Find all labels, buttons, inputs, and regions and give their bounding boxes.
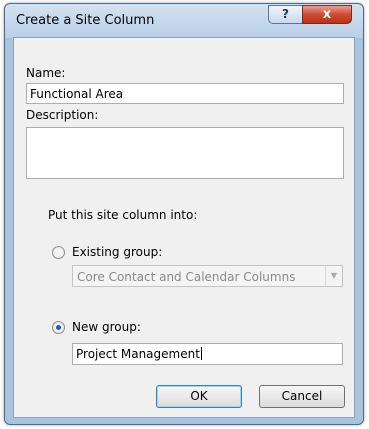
existing-group-select[interactable]: Core Contact and Calendar Columns ▼ [72,265,343,287]
name-label: Name: [26,66,66,80]
existing-group-radio[interactable] [52,246,65,259]
name-input[interactable]: Functional Area [26,83,344,104]
cancel-button[interactable]: Cancel [259,385,345,408]
help-button[interactable]: ? [268,5,302,24]
description-input[interactable] [26,127,344,179]
name-input-value: Functional Area [30,87,124,101]
new-group-radio[interactable] [52,321,65,334]
put-into-label: Put this site column into: [48,208,198,222]
close-button[interactable]: x [302,5,352,24]
chevron-down-icon[interactable]: ▼ [325,266,342,286]
existing-group-selected-value: Core Contact and Calendar Columns [77,270,296,284]
dialog-window: Create a Site Column ? x Name: Functiona… [4,3,364,425]
dialog-title: Create a Site Column [16,13,155,28]
description-label: Description: [26,108,99,122]
new-group-input-value: Project Management [76,347,200,361]
ok-button[interactable]: OK [156,385,242,408]
title-bar[interactable]: Create a Site Column ? x [5,4,363,38]
text-cursor [200,347,202,360]
new-group-label[interactable]: New group: [72,320,141,334]
dialog-body: Name: Functional Area Description: Put t… [13,37,355,418]
new-group-input[interactable]: Project Management [72,343,343,365]
existing-group-label[interactable]: Existing group: [72,245,162,259]
